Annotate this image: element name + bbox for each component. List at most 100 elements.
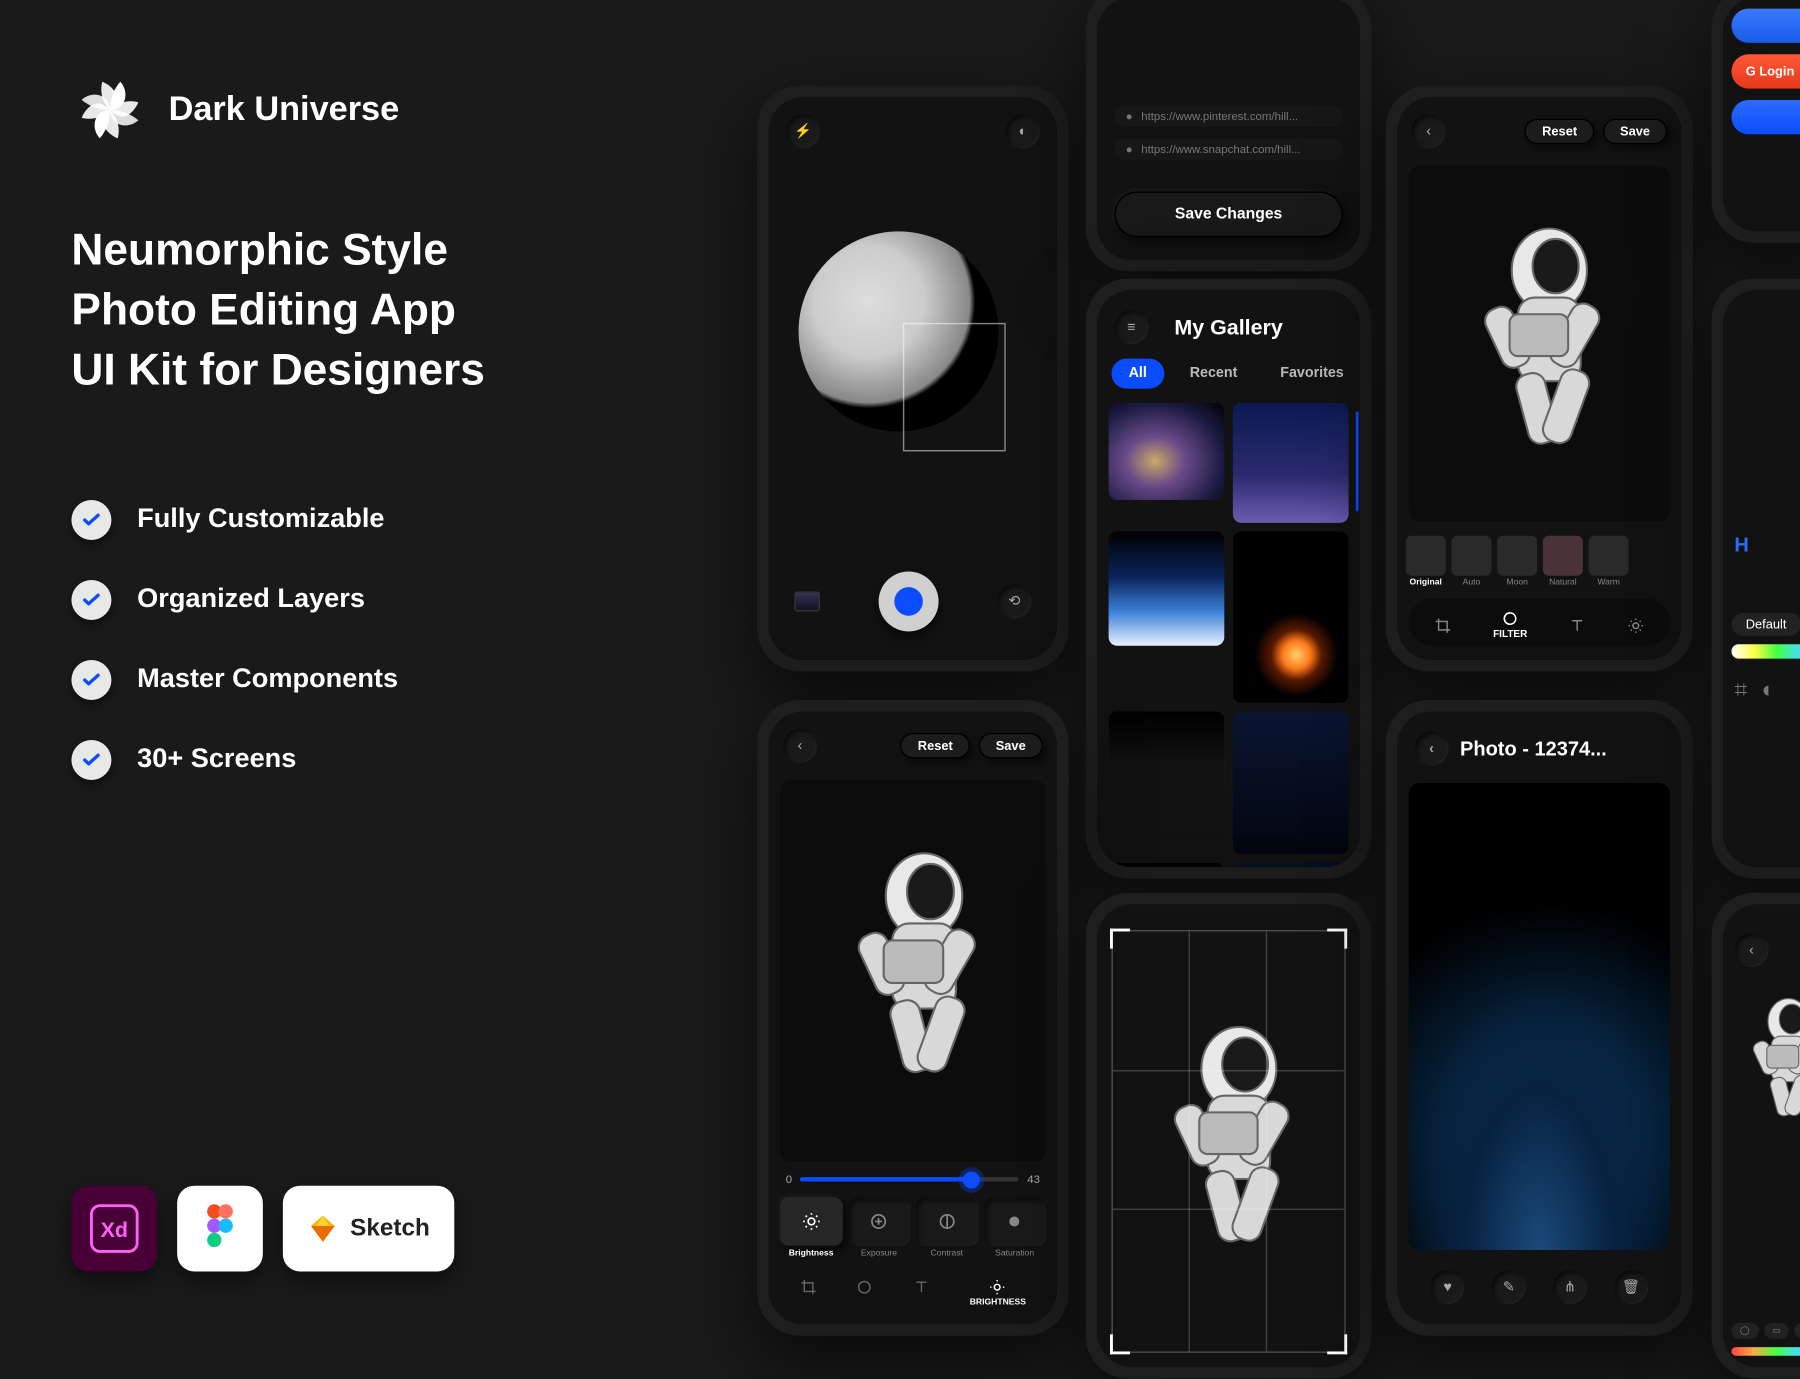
primary-login-button[interactable] — [1731, 100, 1800, 134]
gallery-item[interactable] — [1109, 863, 1225, 867]
tool-text[interactable] — [1568, 616, 1585, 633]
screen-editor-filter: ‹ Reset Save Original Auto Moon Natural … — [1386, 86, 1693, 672]
palette-icon[interactable]: ◐ — [1006, 114, 1040, 148]
facebook-login-button[interactable] — [1731, 9, 1800, 43]
screen-login-fragment: G Login Forgot — [1711, 0, 1800, 243]
feature-label: Fully Customizable — [137, 504, 384, 535]
adjust-saturation[interactable]: Saturation — [984, 1197, 1046, 1258]
ratio-pill[interactable]: ◯ — [1731, 1323, 1758, 1339]
google-login-button[interactable]: G Login — [1731, 54, 1800, 88]
gallery-thumbnail[interactable] — [794, 591, 820, 611]
feature-list: Fully Customizable Organized Layers Mast… — [71, 499, 700, 779]
tab-all[interactable]: All — [1111, 359, 1164, 389]
astronaut-image — [1124, 996, 1332, 1288]
brand-name: Dark Universe — [169, 90, 400, 130]
contrast-icon[interactable]: ◐ — [1761, 679, 1775, 705]
shutter-button[interactable] — [879, 571, 939, 631]
figma-icon — [177, 1186, 263, 1272]
crop-frame[interactable] — [1111, 930, 1345, 1353]
tab-recent[interactable]: Recent — [1173, 359, 1255, 389]
tool-filter[interactable]: FILTER — [1493, 610, 1527, 640]
screen-fragment: ‹ ◯ ▭ ▭ — [1711, 893, 1800, 1379]
back-icon[interactable]: ‹ — [1411, 114, 1445, 148]
adobe-xd-icon: Xd — [71, 1186, 157, 1272]
aspect-ratio-pills: ◯ ▭ ▭ — [1731, 1323, 1800, 1339]
adjust-brightness[interactable]: Brightness — [780, 1197, 842, 1258]
tool-filter[interactable] — [856, 1279, 873, 1308]
back-icon[interactable]: ‹ — [1414, 731, 1448, 765]
feature-label: 30+ Screens — [137, 744, 296, 775]
url-input[interactable]: ●https://www.snapchat.com/hill... — [1114, 139, 1343, 160]
screen-gallery: ≡ My Gallery All Recent Favorites — [1086, 279, 1372, 879]
crop-icon[interactable]: ⌗ — [1734, 679, 1747, 705]
ratio-pill[interactable]: ▭ — [1764, 1323, 1789, 1339]
tool-brightness[interactable]: BRIGHTNESS — [970, 1279, 1026, 1308]
forgot-password-link[interactable]: Forgot — [1731, 146, 1800, 159]
url-input[interactable]: ●https://www.pinterest.com/hill... — [1114, 106, 1343, 127]
gallery-item[interactable] — [1233, 863, 1349, 867]
reset-button[interactable]: Reset — [901, 733, 970, 759]
gallery-item[interactable] — [1109, 403, 1225, 500]
astronaut-image — [1726, 981, 1800, 1141]
edit-icon[interactable]: ✎ — [1492, 1270, 1526, 1304]
gallery-item[interactable] — [1109, 711, 1225, 840]
screen-settings-save: ●https://www.pinterest.com/hill... ●http… — [1086, 0, 1372, 271]
check-icon — [71, 739, 111, 779]
share-icon[interactable]: ⋔ — [1553, 1270, 1587, 1304]
tool-crop[interactable] — [800, 1279, 817, 1308]
tool-crop[interactable] — [1435, 616, 1452, 633]
focus-rectangle[interactable] — [903, 323, 1006, 452]
gallery-grid[interactable] — [1097, 403, 1360, 867]
save-button[interactable]: Save — [1603, 119, 1667, 145]
preset-default[interactable]: Default — [1731, 613, 1800, 636]
headline-line3: UI Kit for Designers — [71, 340, 700, 400]
sketch-badge: Sketch — [283, 1186, 454, 1272]
filter-warm[interactable]: Warm — [1589, 536, 1629, 587]
headline: Neumorphic Style Photo Editing App UI Ki… — [71, 220, 700, 399]
brightness-slider[interactable]: 0 43 — [769, 1167, 1058, 1191]
tool-brightness[interactable] — [1627, 616, 1644, 633]
spiral-logo-icon — [71, 71, 148, 148]
headline-line1: Neumorphic Style — [71, 220, 700, 280]
color-spectrum[interactable] — [1731, 644, 1800, 658]
filter-moon[interactable]: Moon — [1497, 536, 1537, 587]
gallery-item[interactable] — [1109, 531, 1225, 645]
feature-item: Organized Layers — [71, 579, 700, 619]
menu-icon[interactable]: ≡ — [1114, 310, 1148, 344]
gallery-item[interactable] — [1233, 711, 1349, 854]
flash-icon[interactable]: ⚡ — [786, 114, 820, 148]
tab-favorites[interactable]: Favorites — [1263, 359, 1360, 389]
filter-original[interactable]: Original — [1406, 536, 1446, 587]
ratio-pill[interactable]: ▭ — [1795, 1323, 1800, 1339]
adjust-exposure[interactable]: Exposure — [848, 1197, 910, 1258]
gallery-item[interactable] — [1233, 531, 1349, 702]
feature-item: Fully Customizable — [71, 499, 700, 539]
editor-toolbar: BRIGHTNESS — [769, 1264, 1058, 1324]
reset-button[interactable]: Reset — [1525, 119, 1594, 145]
slider-min: 0 — [786, 1173, 792, 1186]
delete-icon[interactable]: 🗑 — [1614, 1270, 1648, 1304]
gallery-title: My Gallery — [1174, 315, 1282, 339]
favorite-icon[interactable]: ♥ — [1431, 1270, 1465, 1304]
switch-camera-icon[interactable]: ⟲ — [997, 584, 1031, 618]
save-button[interactable]: Save — [979, 733, 1043, 759]
hue-slider[interactable] — [1731, 1347, 1800, 1356]
filter-auto[interactable]: Auto — [1451, 536, 1491, 587]
adjust-contrast[interactable]: Contrast — [916, 1197, 978, 1258]
tool-badges: Xd Sketch — [71, 1186, 454, 1272]
save-changes-button[interactable]: Save Changes — [1114, 191, 1343, 237]
pinterest-icon: ● — [1126, 110, 1133, 123]
editor-canvas[interactable] — [1409, 166, 1670, 522]
feature-item: 30+ Screens — [71, 739, 700, 779]
check-icon — [71, 579, 111, 619]
feature-item: Master Components — [71, 659, 700, 699]
back-icon[interactable]: ‹ — [1734, 933, 1768, 967]
sketch-icon — [307, 1213, 338, 1244]
gallery-item[interactable] — [1233, 403, 1349, 523]
check-icon — [71, 659, 111, 699]
tool-text[interactable] — [913, 1279, 930, 1308]
editor-canvas[interactable] — [780, 780, 1046, 1161]
earth-image[interactable] — [1409, 783, 1670, 1250]
filter-natural[interactable]: Natural — [1543, 536, 1583, 587]
back-icon[interactable]: ‹ — [783, 729, 817, 763]
